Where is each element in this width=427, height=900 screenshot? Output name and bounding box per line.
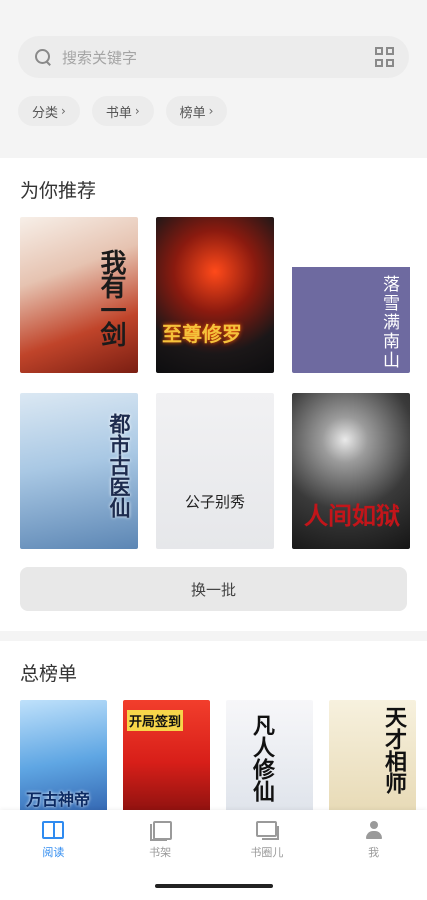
book-title: 公子别秀: [184, 493, 245, 511]
book-title: 都市古医仙: [107, 413, 132, 518]
book-cover[interactable]: 落雪满南山: [292, 217, 410, 373]
book-title: 至尊修罗: [162, 322, 242, 346]
person-icon: [365, 820, 383, 839]
tab-label: 我: [368, 845, 380, 859]
book-cover[interactable]: 人间如狱: [292, 393, 410, 549]
search-bar[interactable]: 搜索关键字: [18, 36, 409, 78]
recommend-section: 为你推荐 我有一剑 至尊修罗 落雪满南山 都市古医仙 公子别秀 人间如狱 换一批: [0, 158, 427, 631]
change-batch-button[interactable]: 换一批: [20, 567, 407, 611]
book-title: 开局签到: [127, 710, 184, 731]
book-title: 落雪满南山: [379, 275, 399, 370]
bottom-tab-bar: 阅读 书架 书圈儿 我: [0, 810, 427, 900]
book-cover[interactable]: 凡人修仙: [226, 700, 313, 824]
tab-read[interactable]: 阅读: [0, 810, 107, 870]
book-open-icon: [42, 820, 65, 839]
section-title: 总榜单: [20, 663, 78, 685]
home-indicator[interactable]: [154, 884, 273, 888]
search-input[interactable]: 搜索关键字: [62, 47, 375, 68]
top-area: 搜索关键字 分类 › 书单 › 榜单 ›: [0, 0, 427, 148]
tab-label: 书架: [149, 845, 172, 859]
book-cover[interactable]: 都市古医仙: [20, 393, 138, 549]
book-cover[interactable]: 我有一剑: [20, 217, 138, 373]
scan-icon[interactable]: [375, 47, 395, 67]
book-cover[interactable]: 天才相师: [329, 700, 416, 824]
tab-bookshelf[interactable]: 书架: [107, 810, 214, 870]
tab-label: 书圈儿: [250, 845, 284, 859]
chip-ranking[interactable]: 榜单 ›: [165, 96, 228, 126]
book-cover[interactable]: 开局签到: [123, 700, 210, 824]
chevron-right-icon: ›: [208, 104, 214, 118]
book-cover[interactable]: 至尊修罗: [156, 217, 274, 373]
section-title: 为你推荐: [20, 180, 97, 202]
chip-category[interactable]: 分类 ›: [18, 96, 80, 126]
chat-bubbles-icon: [255, 820, 279, 840]
book-title: 我有一剑: [96, 249, 126, 345]
book-title: 凡人修仙: [249, 714, 275, 802]
tab-label: 阅读: [42, 845, 65, 859]
chip-booklist[interactable]: 书单 ›: [91, 96, 154, 126]
tab-me[interactable]: 我: [320, 810, 427, 870]
recommend-grid: 我有一剑 至尊修罗 落雪满南山 都市古医仙 公子别秀 人间如狱: [20, 217, 410, 549]
chevron-right-icon: ›: [134, 104, 140, 118]
bookshelf-icon: [150, 820, 173, 841]
book-title: 天才相师: [381, 706, 407, 794]
category-chips: 分类 › 书单 › 榜单 ›: [18, 96, 409, 126]
book-title: 万古神帝: [26, 790, 91, 809]
ranking-row: 万古神帝 开局签到 凡人修仙 天才相师: [20, 700, 427, 824]
search-icon: [34, 48, 52, 66]
tab-book-circle[interactable]: 书圈儿: [214, 810, 321, 870]
chevron-right-icon: ›: [61, 104, 66, 118]
book-cover[interactable]: 公子别秀: [156, 393, 274, 549]
book-cover[interactable]: 万古神帝: [20, 700, 107, 824]
book-title: 人间如狱: [304, 501, 400, 530]
